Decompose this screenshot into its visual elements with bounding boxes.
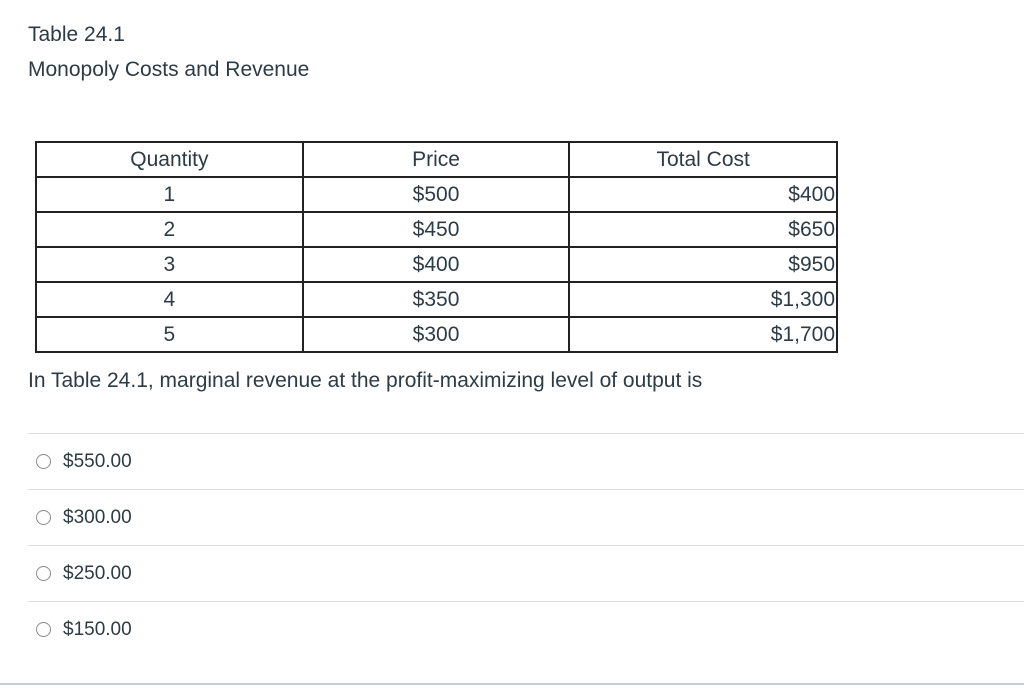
radio-button[interactable] <box>36 622 51 637</box>
answer-label[interactable]: $550.00 <box>63 451 132 473</box>
answer-option[interactable]: $300.00 <box>28 489 1024 545</box>
radio-button[interactable] <box>36 454 51 469</box>
answer-list: $550.00 $300.00 $250.00 $150.00 <box>28 433 1024 657</box>
radio-button[interactable] <box>36 510 51 525</box>
header-quantity: Quantity <box>35 141 304 178</box>
table-row: 3 $400 $950 <box>35 246 838 283</box>
cell-quantity: 2 <box>35 211 304 248</box>
monopoly-table: Quantity Price Total Cost 1 $500 $400 2 … <box>35 141 838 353</box>
table-row: 4 $350 $1,300 <box>35 281 838 318</box>
answer-option[interactable]: $550.00 <box>28 433 1024 489</box>
header-total-cost: Total Cost <box>568 141 838 178</box>
cell-price: $300 <box>301 316 571 353</box>
cell-quantity: 1 <box>35 176 304 213</box>
answer-option[interactable]: $250.00 <box>28 545 1024 601</box>
cell-total-cost: $1,300 <box>568 281 838 318</box>
question-text: In Table 24.1, marginal revenue at the p… <box>28 369 703 392</box>
table-caption-subtitle: Monopoly Costs and Revenue <box>28 58 310 81</box>
header-price: Price <box>301 141 571 178</box>
table-header-row: Quantity Price Total Cost <box>35 141 838 178</box>
radio-button[interactable] <box>36 566 51 581</box>
cell-quantity: 5 <box>35 316 304 353</box>
cell-total-cost: $950 <box>568 246 838 283</box>
cell-price: $350 <box>301 281 571 318</box>
answer-label[interactable]: $300.00 <box>63 507 132 529</box>
cell-quantity: 3 <box>35 246 304 283</box>
cell-quantity: 4 <box>35 281 304 318</box>
answer-label[interactable]: $150.00 <box>63 619 132 641</box>
cell-price: $500 <box>301 176 571 213</box>
table-row: 1 $500 $400 <box>35 176 838 213</box>
cell-price: $400 <box>301 246 571 283</box>
answer-option[interactable]: $150.00 <box>28 601 1024 657</box>
answer-label[interactable]: $250.00 <box>63 563 132 585</box>
bottom-divider <box>0 683 1024 685</box>
cell-total-cost: $400 <box>568 176 838 213</box>
table-row: 2 $450 $650 <box>35 211 838 248</box>
cell-total-cost: $650 <box>568 211 838 248</box>
cell-price: $450 <box>301 211 571 248</box>
table-caption-title: Table 24.1 <box>28 23 125 46</box>
table-row: 5 $300 $1,700 <box>35 316 838 353</box>
cell-total-cost: $1,700 <box>568 316 838 353</box>
